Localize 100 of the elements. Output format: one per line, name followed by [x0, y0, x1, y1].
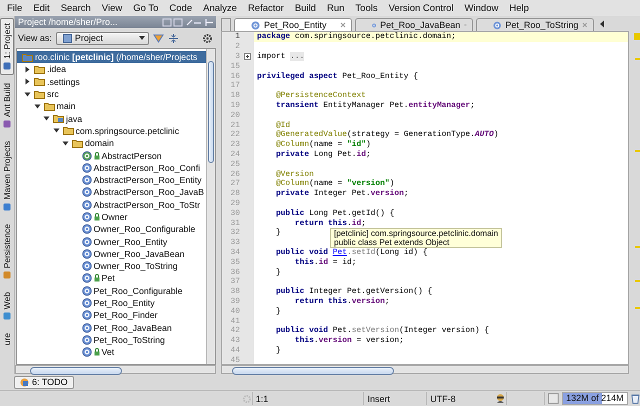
tool-window-tab[interactable]: Ant Build [0, 78, 14, 133]
class-icon [82, 347, 92, 358]
tool-window-tab[interactable]: 1: Project [0, 18, 14, 75]
menu-item[interactable]: Analyze [203, 2, 237, 14]
tree-item[interactable]: Pet_Roo_Finder [17, 309, 206, 322]
scrollbar[interactable] [15, 365, 216, 374]
memory-indicator[interactable]: 132M of 214M [562, 392, 628, 405]
menu-item[interactable]: Go To [133, 2, 158, 14]
tree-item-label: .idea [47, 64, 66, 74]
tree-item[interactable]: java [17, 112, 206, 125]
scroll-from-source-icon[interactable] [152, 32, 164, 44]
caret-icon[interactable] [138, 34, 146, 42]
file-encoding[interactable]: UTF-8 [426, 392, 495, 405]
expand-arrow-icon[interactable] [24, 90, 31, 98]
tree-item[interactable]: domain [17, 137, 206, 150]
folder-icon [34, 90, 45, 99]
class-icon [82, 150, 92, 161]
tree-item[interactable]: AbstractPerson [17, 149, 206, 162]
scroll-left-icon[interactable] [599, 20, 605, 28]
tree-item[interactable]: AbstractPerson_Roo_Entity [17, 174, 206, 186]
tree-item-label: Pet_Roo_Entity [94, 298, 155, 308]
caret-position[interactable]: 1:1 [252, 392, 364, 405]
expand-arrow-icon[interactable] [24, 66, 31, 73]
tree-item[interactable]: src [17, 88, 206, 100]
todo-button[interactable]: 6: TODO [14, 376, 74, 388]
tree-item[interactable]: AbstractPerson_Roo_JavaB [17, 186, 206, 199]
scrollbar[interactable] [221, 365, 629, 374]
project-view-icon [62, 34, 72, 42]
tree-item-label: java [66, 114, 82, 124]
expand-arrow-icon[interactable] [43, 115, 50, 122]
tooltip-text: public class Pet extends Object [334, 238, 450, 247]
tree-item[interactable]: Owner_Roo_JavaBean [17, 248, 206, 260]
close-icon[interactable] [340, 22, 346, 28]
tree-item-label: AbstractPerson_Roo_ToStr [94, 200, 200, 210]
panel-title: Project /home/sher/Pro... [18, 17, 118, 27]
tree-item[interactable]: main [17, 100, 206, 112]
tree-item[interactable]: com.springsource.petclinic [17, 124, 206, 138]
expand-arrow-icon[interactable] [34, 102, 40, 110]
tree-item-label: src [47, 89, 59, 100]
tree-item[interactable]: Owner [17, 210, 206, 224]
scrollbar[interactable] [206, 49, 215, 364]
menu-item[interactable]: Tools [355, 2, 378, 14]
lock-icon [94, 274, 100, 282]
class-icon [82, 200, 92, 210]
trash-icon[interactable] [631, 393, 640, 404]
tree-item[interactable]: Pet [17, 272, 206, 285]
menu-item[interactable]: Run [326, 2, 344, 14]
tree-item[interactable]: AbstractPerson_Roo_ToStr [17, 198, 206, 211]
menu-item[interactable]: Search [60, 2, 91, 14]
expand-arrow-icon[interactable] [24, 78, 31, 86]
tree-item[interactable]: Owner_Roo_Entity [17, 235, 206, 248]
menu-item[interactable]: Help [509, 2, 529, 14]
class-icon [82, 273, 92, 284]
tree-item[interactable]: roo.clinic [petclinic] (/home/sher/Projects [17, 51, 206, 64]
editor-tab[interactable]: Pet_Roo_Entity [234, 18, 352, 31]
tree-item[interactable]: .settings [17, 76, 206, 88]
tree-item[interactable]: Owner_Roo_ToString [17, 260, 206, 272]
tree-item-label: AbstractPerson [102, 150, 162, 161]
menu-item[interactable]: Edit [33, 2, 50, 14]
class-icon [82, 175, 92, 186]
view-as-dropdown[interactable]: Project [56, 32, 149, 44]
folder-icon [44, 102, 54, 111]
editor-tab[interactable]: Pet_Roo_JavaBean [355, 18, 473, 31]
menu-item[interactable]: View [102, 2, 122, 14]
tree-item[interactable]: Pet_Roo_Entity [17, 296, 206, 310]
editor-tab[interactable]: Pet_Roo_ToString [476, 18, 594, 31]
aspect-icon [251, 20, 260, 30]
tree-item-label: domain [85, 138, 114, 148]
collapse-all-icon[interactable] [168, 32, 179, 44]
tool-window-tab[interactable]: Persistence [0, 218, 14, 284]
class-icon [82, 187, 92, 198]
expand-arrow-icon[interactable] [62, 140, 69, 147]
menu-item[interactable]: File [7, 2, 22, 14]
panel-buttons-icon[interactable] [162, 18, 214, 26]
tool-window-tab[interactable]: Web [0, 286, 14, 326]
tree-item[interactable]: Pet_Roo_ToString [17, 334, 206, 346]
folder-icon [53, 114, 64, 124]
menu-item[interactable]: Refactor [248, 2, 284, 14]
folder-icon [22, 52, 33, 62]
tree-item[interactable]: Owner_Roo_Configurable [17, 223, 206, 236]
fold-icon[interactable] [244, 52, 250, 60]
tool-window-tab[interactable]: Maven Projects [0, 136, 14, 216]
tree-item[interactable]: Pet_Roo_JavaBean [17, 322, 206, 334]
tree-item[interactable]: AbstractPerson_Roo_Confi [17, 162, 206, 174]
tool-window-tab[interactable]: ure [0, 328, 14, 351]
menu-item[interactable]: Version Control [388, 2, 454, 14]
tree-item-label: Pet_Roo_JavaBean [94, 322, 172, 333]
folder-icon [62, 126, 74, 136]
expand-arrow-icon[interactable] [52, 127, 60, 134]
class-icon [82, 162, 92, 173]
class-icon [82, 322, 92, 333]
menu-item[interactable]: Window [464, 2, 498, 14]
tree-item[interactable]: Pet_Roo_Configurable [17, 284, 206, 297]
class-icon [82, 298, 92, 308]
menu-item[interactable]: Build [294, 2, 316, 14]
tree-item[interactable]: .idea [17, 63, 206, 76]
settings-icon[interactable] [202, 32, 213, 44]
menu-item[interactable]: Code [169, 2, 192, 14]
tree-item-label: Pet_Roo_Finder [94, 310, 158, 320]
tree-item[interactable]: Vet [17, 346, 206, 358]
